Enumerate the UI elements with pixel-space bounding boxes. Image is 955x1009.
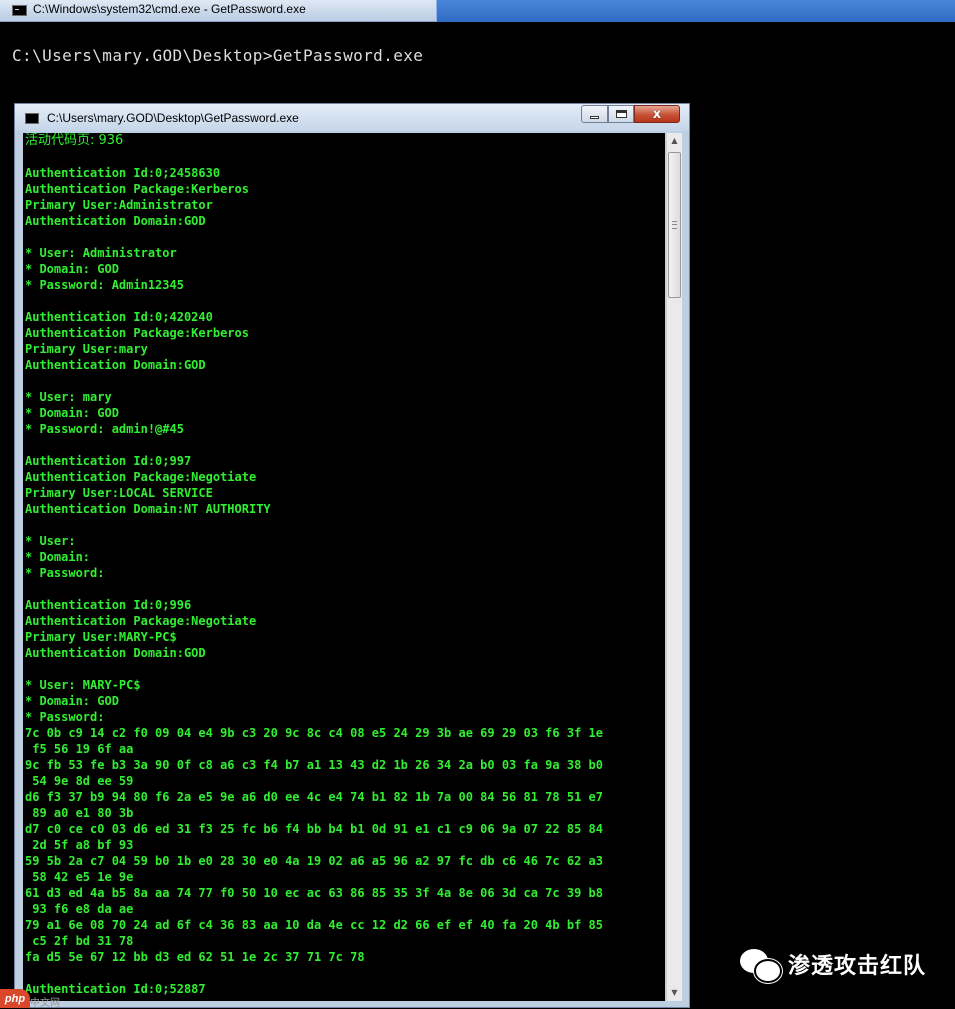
console-line: Authentication Package:Kerberos [25,182,249,196]
getpassword-window: C:\Users\mary.GOD\Desktop\GetPassword.ex… [14,103,690,1008]
scroll-down-arrow-icon[interactable]: ▼ [667,985,682,1001]
console-line: * Password: admin!@#45 [25,422,184,436]
console-line: * Domain: [25,550,91,564]
inner-window-titlebar[interactable]: C:\Users\mary.GOD\Desktop\GetPassword.ex… [15,104,689,131]
console-line: * Password: [25,566,105,580]
console-line: Authentication Id:0;997 [25,454,192,468]
console-line: f5 56 19 6f aa [25,742,134,756]
console-output[interactable]: 活动代码页: 936 Authentication Id:0;2458630 Aut… [23,133,665,1001]
php-logo-badge: php [0,989,30,1008]
console-line: 58 42 e5 1e 9e [25,870,134,884]
console-line: * User: MARY-PC$ [25,678,141,692]
console-line: Authentication Domain:NT AUTHORITY [25,502,271,516]
close-button[interactable]: x [634,105,680,123]
console-line: * Password: [25,710,105,724]
console-line: 活动代码页: 936 [25,133,124,148]
console-line: Authentication Domain:GOD [25,358,206,372]
console-line: Authentication Package:Negotiate [25,470,257,484]
console-line: 7c 0b c9 14 c2 f0 09 04 e4 9b c3 20 9c 8… [25,726,603,740]
scroll-up-arrow-icon[interactable]: ▲ [667,133,682,149]
console-line: 93 f6 e8 da ae [25,902,134,916]
console-line: 61 d3 ed 4a b5 8a aa 74 77 f0 50 10 ec a… [25,886,603,900]
console-line: 2d 5f a8 bf 93 [25,838,134,852]
console-line: Authentication Package:Negotiate [25,614,257,628]
cmd-icon [25,113,39,124]
console-line: d6 f3 37 b9 94 80 f6 2a e5 9e a6 d0 ee 4… [25,790,603,804]
console-line: 89 a0 e1 80 3b [25,806,134,820]
outer-prompt-line: C:\Users\mary.GOD\Desktop>GetPassword.ex… [12,46,424,65]
caption-buttons: x [581,105,680,124]
outer-titlebar-background [436,0,955,22]
grip-icon [672,221,677,229]
console-line: * User: mary [25,390,112,404]
console-line: Authentication Domain:GOD [25,646,206,660]
console-line: c5 2f bd 31 78 [25,934,134,948]
watermark-text: 渗透攻击红队 [788,954,927,979]
console-line: Authentication Package:Kerberos [25,326,249,340]
console-line: Authentication Id:0;420240 [25,310,213,324]
minimize-button[interactable] [581,105,608,123]
console-line: Primary User:Administrator [25,198,213,212]
console-line: Primary User:MARY-PC$ [25,630,177,644]
console-line: Authentication Domain:GOD [25,214,206,228]
close-icon: x [652,106,662,122]
console-line: Primary User:mary [25,342,148,356]
console-line: d7 c0 ce c0 03 d6 ed 31 f3 25 fc b6 f4 b… [25,822,603,836]
maximize-icon [615,110,627,118]
cmd-icon [12,5,27,16]
php-logo-subtext: 中文网 [30,998,60,1009]
console-line: * Domain: GOD [25,262,119,276]
console-line: Authentication Id:0;996 [25,598,192,612]
minimize-icon [590,115,599,119]
console-line: * User: Administrator [25,246,177,260]
console-line: * User: [25,534,76,548]
console-line: 9c fb 53 fe b3 3a 90 0f c8 a6 c3 f4 b7 a… [25,758,603,772]
console-line: 54 9e 8d ee 59 [25,774,134,788]
maximize-button[interactable] [608,105,634,123]
watermark: 渗透攻击红队 [740,947,927,983]
console-line: Authentication Id:0;52887 [25,982,206,996]
inner-window-title: C:\Users\mary.GOD\Desktop\GetPassword.ex… [47,111,299,125]
scrollbar-thumb[interactable] [668,152,681,298]
console-line: Authentication Id:0;2458630 [25,166,221,180]
outer-window-title: C:\Windows\system32\cmd.exe - GetPasswor… [33,2,306,16]
console-line: 59 5b 2a c7 04 59 b0 1b e0 28 30 e0 4a 1… [25,854,603,868]
wechat-icon [740,947,782,983]
outer-window-titlebar: C:\Windows\system32\cmd.exe - GetPasswor… [0,0,955,22]
console-line: * Domain: GOD [25,406,119,420]
console-line: Primary User:LOCAL SERVICE [25,486,213,500]
console-line: * Domain: GOD [25,694,119,708]
vertical-scrollbar[interactable]: ▲ ▼ [666,133,682,1001]
console-line: 79 a1 6e 08 70 24 ad 6f c4 36 83 aa 10 d… [25,918,603,932]
console-line: * Password: Admin12345 [25,278,184,292]
console-line: fa d5 5e 67 12 bb d3 ed 62 51 1e 2c 37 7… [25,950,365,964]
